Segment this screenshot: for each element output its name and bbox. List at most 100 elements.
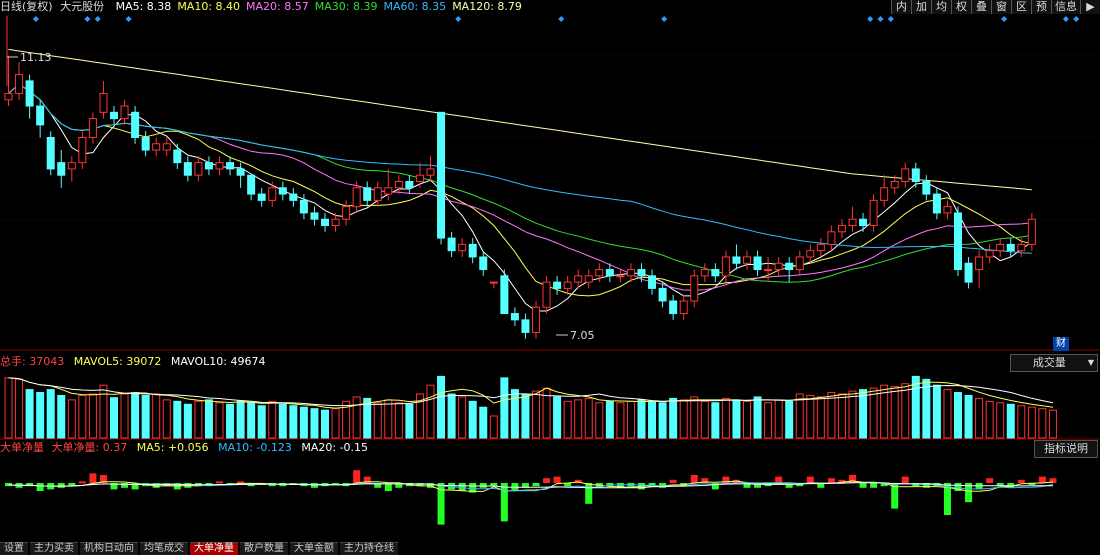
volume-bar [1006,403,1015,439]
net-ma5-label: MA5: [136,441,165,454]
volume-bar [384,399,393,439]
candle [975,250,984,289]
volume-bar [532,390,540,439]
candle [774,256,783,276]
volume-bar [964,394,973,439]
ma-line [8,83,1033,312]
net-volume-bar [500,483,508,522]
price-chart[interactable] [0,0,1100,352]
candle [215,156,224,176]
volume-bar [626,400,635,439]
indicator-tab[interactable]: 主力持仓线 [340,542,398,555]
volume-bar [700,400,709,439]
candle [764,256,773,283]
net-ma10-value: -0.123 [256,441,292,454]
candle [553,275,562,295]
candle [88,112,97,144]
indicator-tab[interactable]: 主力买卖 [30,542,78,555]
ma-line [8,48,1032,191]
volume-bar [679,399,688,439]
indicator-tab[interactable]: 机构日动向 [80,542,138,555]
volume-bar [743,400,751,439]
volume-bar [352,396,361,439]
volume-bar [373,402,382,439]
candle [131,106,140,144]
indicator-tab[interactable]: 散户数量 [240,542,288,555]
event-marker [558,16,565,22]
candle [690,269,699,308]
volume-bar [932,384,941,439]
volume-bar [911,375,920,439]
candle [510,307,519,327]
volume-bar [996,402,1005,439]
volume-bar [268,400,277,439]
volume-bar [299,406,308,439]
volume-bar [46,389,55,439]
financial-badge[interactable]: 财 [1053,337,1069,351]
net-volume-chart[interactable] [0,456,1100,540]
volume-bar [785,400,794,439]
candle [1006,238,1015,257]
net-volume-bar [859,483,867,488]
volume-bar [827,392,836,439]
candle [721,250,730,283]
indicator-tab[interactable]: 大单净量 [190,542,238,555]
candle [827,225,836,251]
net-name: 大单净量 [0,441,44,454]
candle [616,269,625,283]
volume-bar [975,397,984,439]
event-marker [1062,16,1069,22]
candle [415,162,424,188]
net-volume-bar [1038,476,1046,483]
volume-bar [711,402,720,439]
candle [278,181,287,201]
volume-bar [489,415,498,439]
net-volume-bar [827,478,835,483]
volume-bar [500,377,509,439]
net-volume-bar [353,470,361,483]
volume-bar [890,386,899,439]
volume-bar [616,402,625,439]
net-volume-bar [1017,479,1025,483]
net-volume-bar [57,483,65,488]
candle [869,194,878,232]
candle [194,156,203,182]
indicator-tab[interactable]: 设置 [0,542,28,555]
volume-bar [901,383,910,439]
volume-bar [15,378,24,439]
candle [236,162,245,188]
volume-bar [848,390,857,439]
candle [437,111,446,245]
candle [816,238,825,257]
volume-bar [806,394,815,439]
indicator-tab[interactable]: 大单金额 [290,542,338,555]
candle [500,269,509,315]
volume-bar [194,400,203,439]
ma-line [8,83,1032,297]
event-marker [455,16,462,22]
net-ma5: MA5: +0.056 [137,441,209,454]
volume-total: 总手: 37043 [0,355,64,368]
net-volume-bar [690,475,698,483]
net-ma5-value: +0.056 [167,441,209,454]
candle [342,200,351,226]
volume-bar [732,399,741,439]
candle [226,156,235,176]
net-value-label: 大单净量: [51,441,100,454]
volume-bar [120,393,129,439]
volume-bar [837,393,846,439]
volume-bar [690,396,699,439]
candle [679,294,688,320]
candle [99,80,108,119]
volume-bar [721,397,730,439]
candle [859,212,868,232]
net-volume-bar [870,483,878,488]
indicator-tab[interactable]: 均笔成交 [140,542,188,555]
candle [848,206,857,232]
volume-bar [510,389,519,439]
candle [405,175,414,195]
mavol10-value: 49674 [230,355,266,368]
net-volume-bar [36,483,44,491]
volume-chart[interactable] [0,368,1100,440]
candle [1017,238,1026,257]
